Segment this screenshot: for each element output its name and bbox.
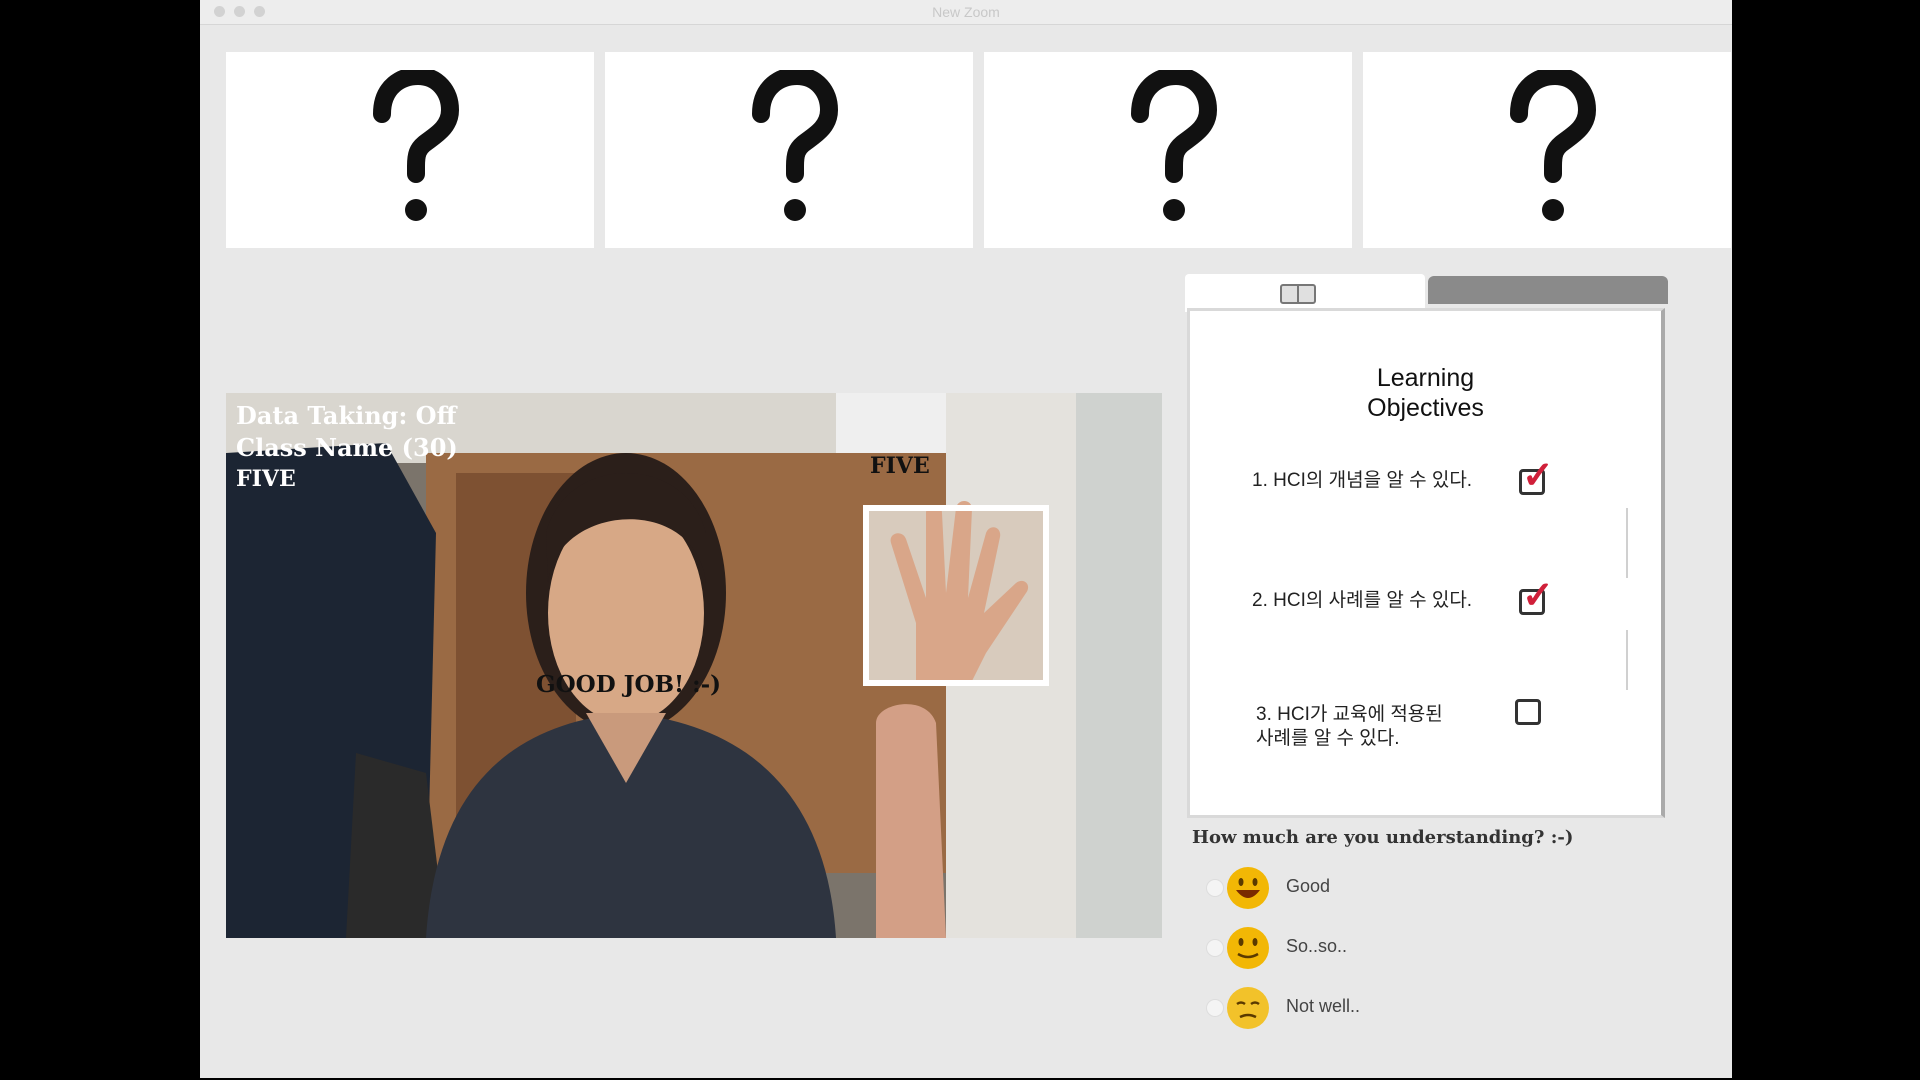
rating-option-not-well[interactable]: Not well.. <box>1188 982 1588 1032</box>
question-card[interactable] <box>984 52 1352 248</box>
window-title: New Zoom <box>932 4 1000 20</box>
checkmark-icon: ✓ <box>1522 455 1554 497</box>
app-window: New Zoom Data Taking: Off Class Name (30… <box>200 0 1732 1078</box>
question-mark-icon <box>752 70 839 221</box>
webcam-image <box>226 393 1162 938</box>
checkmark-icon: ✓ <box>1522 575 1554 617</box>
webcam-feed: Data Taking: Off Class Name (30) FIVE FI… <box>226 393 1162 938</box>
title-bar: New Zoom <box>200 0 1732 25</box>
objective-2-text: 2. HCI의 사례를 알 수 있다. <box>1252 590 1473 611</box>
question-mark-icon <box>1131 70 1218 221</box>
question-card[interactable] <box>605 52 973 248</box>
book-icon <box>1280 284 1316 304</box>
panel-title: Learning Objectives <box>1367 364 1484 422</box>
rating-label: So..so.. <box>1286 936 1348 956</box>
objective-3-checkbox[interactable] <box>1515 699 1541 725</box>
question-mark-icon <box>1510 70 1597 221</box>
rating-option-soso[interactable]: So..so.. <box>1188 922 1588 972</box>
radio-button[interactable] <box>1206 879 1224 897</box>
class-name-overlay: Class Name (30) <box>236 433 458 462</box>
question-card[interactable] <box>1363 52 1731 248</box>
objective-connector <box>1626 630 1628 690</box>
rating-label: Not well.. <box>1286 996 1361 1016</box>
understanding-rating: Good So..so.. Not well.. <box>1188 856 1688 1056</box>
objective-3-text: 3. HCI가 교육에 적용된 사례를 알 수 있다. <box>1256 704 1443 749</box>
tab-secondary[interactable] <box>1428 276 1668 304</box>
gesture-detection-label: FIVE <box>870 453 930 479</box>
tab-learning-objectives[interactable] <box>1185 274 1425 312</box>
objective-1-text: 1. HCI의 개념을 알 수 있다. <box>1252 470 1473 491</box>
learning-objectives-panel: Learning Objectives 1. HCI의 개념을 알 수 있다. … <box>1187 308 1665 818</box>
objective-connector <box>1626 508 1628 578</box>
objective-1-checkbox[interactable]: ✓ <box>1519 456 1554 496</box>
neutral-face-icon <box>1227 927 1269 969</box>
data-taking-status: Data Taking: Off <box>236 401 457 430</box>
question-card[interactable] <box>226 52 594 248</box>
confused-face-icon <box>1227 987 1269 1029</box>
objective-2-checkbox[interactable]: ✓ <box>1519 576 1554 616</box>
happy-face-icon <box>1227 867 1269 909</box>
radio-button[interactable] <box>1206 999 1224 1017</box>
rating-label: Good <box>1286 876 1331 896</box>
understanding-question: How much are you understanding? :-) <box>1192 827 1574 848</box>
question-mark-icon <box>373 70 460 221</box>
feedback-text: GOOD JOB! :-) <box>536 671 722 698</box>
gesture-status: FIVE <box>236 466 296 492</box>
rating-option-good[interactable]: Good <box>1188 862 1588 912</box>
radio-button[interactable] <box>1206 939 1224 957</box>
